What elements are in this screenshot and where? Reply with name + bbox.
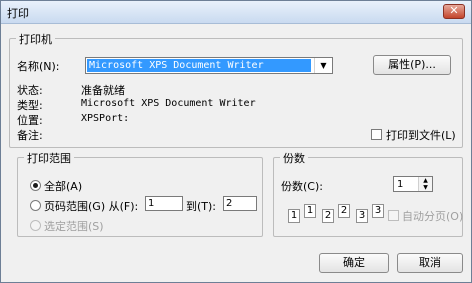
range-pages-radio[interactable] (30, 200, 41, 211)
status-label: 状态: (17, 84, 43, 97)
close-icon: ✕ (449, 4, 459, 17)
pages-to-input[interactable]: 2 (223, 196, 257, 211)
chevron-down-icon[interactable]: ▼ (314, 58, 332, 73)
collate-page-1b: 1 (304, 204, 316, 218)
location-label: 位置: (17, 114, 43, 127)
print-range-title: 打印范围 (24, 150, 74, 166)
range-all-label[interactable]: 全部(A) (44, 178, 82, 194)
copies-value: 1 (397, 179, 404, 190)
collate-page-3b: 3 (372, 204, 384, 218)
collate-page-3a: 3 (356, 209, 368, 223)
type-value: Microsoft XPS Document Writer (81, 98, 256, 109)
collate-page-2b: 2 (338, 204, 350, 218)
spin-arrows-icon[interactable]: ▲ ▼ (418, 177, 432, 191)
range-selection-radio[interactable] (30, 220, 41, 231)
copies-group-title: 份数 (280, 150, 308, 166)
collate-page-2a: 2 (322, 209, 334, 223)
type-label: 类型: (17, 99, 43, 112)
collate-page-1a: 1 (288, 209, 300, 223)
printer-group-title: 打印机 (16, 31, 55, 47)
print-dialog: 打印 ✕ 打印机 名称(N): Microsoft XPS Document W… (0, 0, 472, 283)
location-value: XPSPort: (81, 113, 130, 124)
printer-name-value: Microsoft XPS Document Writer (87, 59, 311, 72)
collate-checkbox[interactable] (388, 210, 399, 221)
ok-button[interactable]: 确定 (319, 253, 389, 273)
comment-label: 备注: (17, 129, 43, 142)
pages-from-input[interactable]: 1 (145, 196, 183, 211)
print-to-file-label[interactable]: 打印到文件(L) (386, 127, 456, 143)
copies-spinner[interactable]: 1 ▲ ▼ (393, 176, 433, 192)
pages-to-label: 到(T): (186, 200, 217, 213)
status-value: 准备就绪 (81, 84, 125, 97)
window-title: 打印 (7, 7, 29, 20)
range-all-radio[interactable] (30, 180, 41, 191)
collate-label[interactable]: 自动分页(O) (402, 208, 463, 224)
range-pages-label[interactable]: 页码范围(G) 从(F): (44, 198, 138, 214)
range-selection-label[interactable]: 选定范围(S) (44, 218, 104, 234)
title-bar: 打印 ✕ (1, 1, 471, 24)
printer-name-label: 名称(N): (17, 60, 60, 73)
properties-button[interactable]: 属性(P)... (373, 55, 451, 75)
copies-group: 份数 (273, 150, 463, 237)
close-button[interactable]: ✕ (443, 4, 465, 19)
print-to-file-checkbox[interactable] (371, 129, 382, 140)
printer-name-select[interactable]: Microsoft XPS Document Writer ▼ (85, 57, 333, 74)
copies-label: 份数(C): (281, 180, 323, 193)
cancel-button[interactable]: 取消 (397, 253, 463, 273)
